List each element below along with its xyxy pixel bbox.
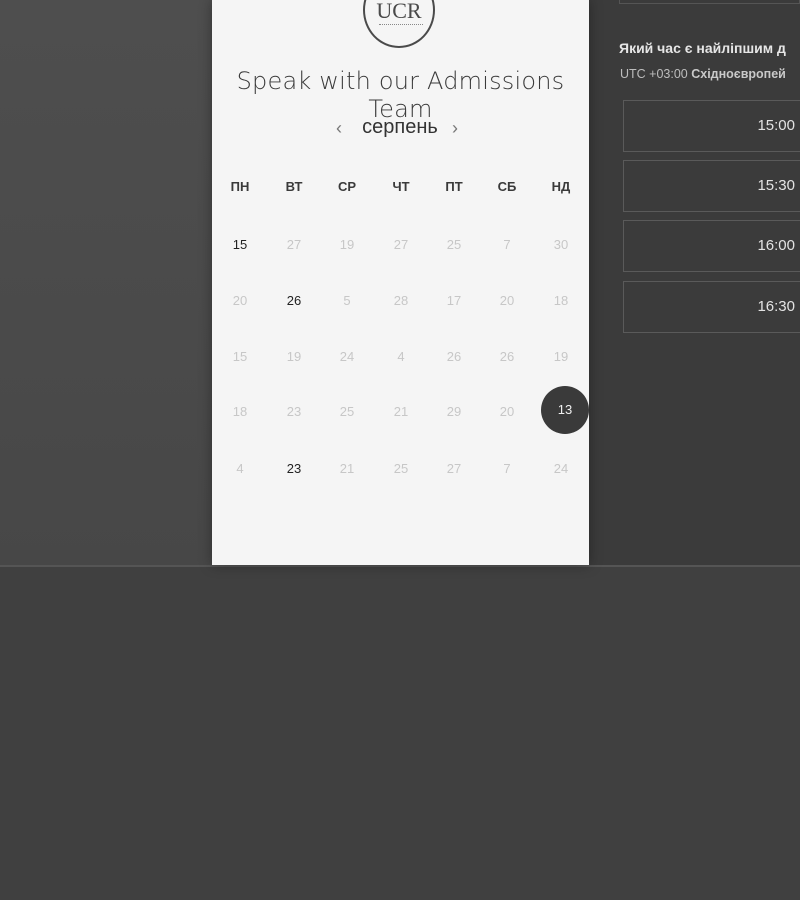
- calendar-day: 25: [339, 404, 355, 419]
- calendar-day: 26: [499, 349, 515, 364]
- calendar-day: 20: [499, 293, 515, 308]
- calendar-day[interactable]: 15: [216, 221, 264, 269]
- time-slot-button[interactable]: 16:00: [623, 220, 800, 272]
- time-slot-label: 16:30: [757, 298, 795, 315]
- calendar-day: 27: [446, 461, 462, 476]
- calendar-day: 21: [339, 461, 355, 476]
- calendar-day: 19: [339, 237, 355, 252]
- calendar-day: 24: [553, 461, 569, 476]
- calendar-day: 25: [393, 461, 409, 476]
- calendar-day: 7: [503, 237, 511, 252]
- calendar-day: 20: [499, 404, 515, 419]
- calendar-day: 18: [232, 404, 248, 419]
- time-slot-button[interactable]: 16:30: [623, 281, 800, 333]
- calendar-day: 5: [343, 293, 351, 308]
- calendar-day[interactable]: 26: [270, 277, 318, 325]
- calendar-day: 24: [339, 349, 355, 364]
- divider: [0, 565, 800, 567]
- calendar-day: 27: [393, 237, 409, 252]
- logo-text: UCR: [376, 0, 422, 23]
- calendar-day: 28: [393, 293, 409, 308]
- background-left-panel: [0, 0, 212, 566]
- top-field-edge: [619, 0, 800, 4]
- time-question: Який час є найліпшим д: [619, 40, 786, 56]
- calendar-day: 25: [446, 237, 462, 252]
- month-navigation: ‹ серпень ›: [212, 116, 589, 144]
- calendar-day: 17: [446, 293, 462, 308]
- chevron-right-icon[interactable]: ›: [452, 118, 458, 139]
- weekday-header: ПН: [230, 179, 250, 194]
- calendar-day: 7: [503, 461, 511, 476]
- calendar-day: 18: [553, 293, 569, 308]
- calendar-day: 29: [446, 404, 462, 419]
- weekday-header: НД: [551, 179, 571, 194]
- calendar-day: 26: [446, 349, 462, 364]
- time-slot-label: 15:30: [757, 177, 795, 194]
- time-slot-button[interactable]: 15:00: [623, 100, 800, 152]
- booking-card: UCR Speak with our Admissions Team ‹ сер…: [212, 0, 589, 565]
- weekday-header: СР: [337, 179, 357, 194]
- month-label: серпень: [362, 116, 438, 138]
- ucr-logo: UCR: [363, 0, 435, 48]
- weekday-header: ВТ: [285, 179, 303, 194]
- calendar-day: 19: [286, 349, 302, 364]
- weekday-header: СБ: [497, 179, 517, 194]
- calendar-day: 19: [553, 349, 569, 364]
- calendar-day-selected[interactable]: 13: [541, 386, 589, 434]
- timezone-offset: UTC +03:00: [620, 67, 688, 81]
- calendar-day: 30: [553, 237, 569, 252]
- calendar-day: 27: [286, 237, 302, 252]
- timezone-label: UTC +03:00 Східноєвропей: [620, 67, 786, 81]
- calendar-day: 4: [397, 349, 405, 364]
- time-slot-label: 16:00: [757, 237, 795, 254]
- calendar-day: 4: [236, 461, 244, 476]
- timezone-name: Східноєвропей: [691, 67, 786, 81]
- chevron-left-icon[interactable]: ‹: [336, 118, 342, 139]
- page-title: Speak with our Admissions Team: [236, 67, 565, 123]
- time-slot-button[interactable]: 15:30: [623, 160, 800, 212]
- calendar-day: 15: [232, 349, 248, 364]
- weekday-header: ПТ: [445, 179, 463, 194]
- calendar-day: 21: [393, 404, 409, 419]
- weekday-header: ЧТ: [392, 179, 410, 194]
- page-bottom-area: [0, 566, 800, 900]
- calendar-day: 20: [232, 293, 248, 308]
- time-slot-label: 15:00: [757, 117, 795, 134]
- calendar-day[interactable]: 23: [270, 445, 318, 493]
- calendar-day: 23: [286, 404, 302, 419]
- logo-tagline-line: [379, 24, 423, 27]
